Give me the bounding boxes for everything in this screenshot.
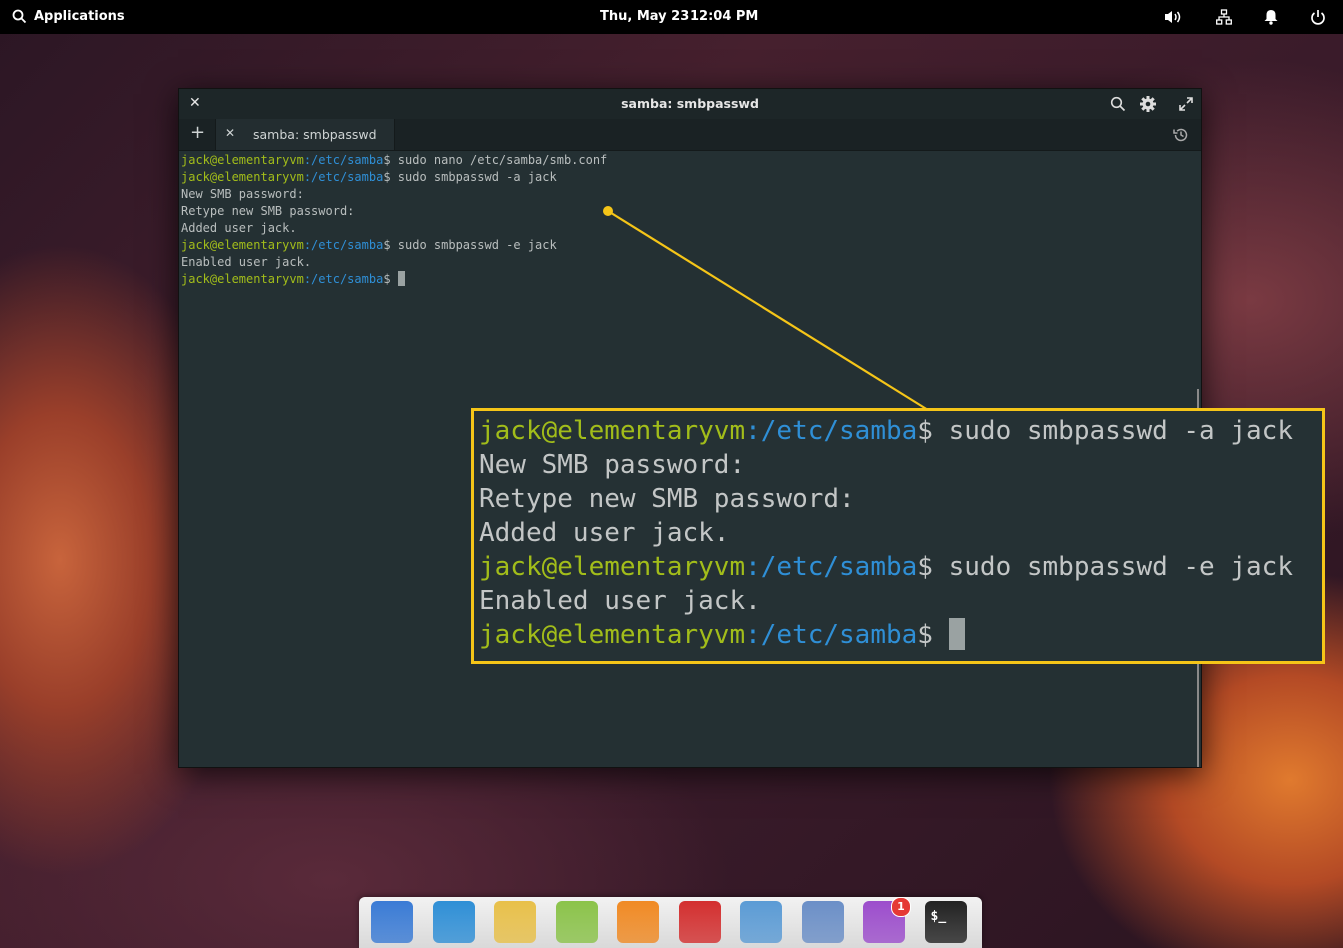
terminal-line: jack@elementaryvm:/etc/samba$ sudo smbpa… bbox=[479, 550, 1322, 584]
videos-icon[interactable] bbox=[678, 901, 721, 943]
prompt-char: $ bbox=[917, 416, 933, 446]
prompt-char: $ bbox=[917, 552, 933, 582]
music-icon[interactable] bbox=[617, 901, 659, 943]
command-text: sudo smbpasswd -e jack bbox=[932, 552, 1293, 582]
prompt-user-host: jack@elementaryvm bbox=[479, 416, 746, 446]
web-browser-icon[interactable] bbox=[432, 901, 475, 943]
terminal-line: jack@elementaryvm:/etc/samba$ sudo smbpa… bbox=[479, 414, 1322, 448]
prompt-path: :/etc/samba bbox=[745, 416, 918, 446]
output-text: New SMB password: bbox=[479, 450, 746, 480]
terminal-cursor bbox=[948, 618, 965, 650]
terminal-line: New SMB password: bbox=[479, 448, 1322, 482]
appcenter-icon[interactable]: 1 bbox=[863, 897, 911, 943]
command-text bbox=[933, 620, 949, 650]
terminal-glyph: $_ bbox=[930, 909, 947, 924]
output-text: Enabled user jack. bbox=[479, 586, 761, 616]
prompt-path: :/etc/samba bbox=[745, 620, 918, 650]
callout-line bbox=[607, 210, 929, 411]
notification-badge: 1 bbox=[891, 897, 911, 917]
terminal-line: Retype new SMB password: bbox=[479, 482, 1322, 516]
terminal-line: jack@elementaryvm:/etc/samba$ bbox=[479, 618, 1322, 652]
command-text: sudo smbpasswd -a jack bbox=[932, 416, 1293, 446]
mail-icon[interactable] bbox=[494, 901, 536, 943]
dock: 1 $_ bbox=[359, 897, 982, 948]
prompt-char: $ bbox=[917, 620, 933, 650]
output-text: Added user jack. bbox=[479, 518, 730, 548]
photos-icon[interactable] bbox=[740, 901, 782, 943]
calendar-icon[interactable] bbox=[555, 901, 598, 943]
prompt-user-host: jack@elementaryvm bbox=[479, 552, 746, 582]
terminal-icon[interactable]: $_ bbox=[924, 901, 967, 943]
prompt-user-host: jack@elementaryvm bbox=[479, 620, 746, 650]
output-text: Retype new SMB password: bbox=[479, 484, 855, 514]
settings-icon[interactable] bbox=[801, 901, 844, 943]
zoom-callout: jack@elementaryvm:/etc/samba$ sudo smbpa… bbox=[471, 408, 1325, 664]
terminal-line: Added user jack. bbox=[479, 516, 1322, 550]
terminal-line: Enabled user jack. bbox=[479, 584, 1322, 618]
prompt-path: :/etc/samba bbox=[745, 552, 918, 582]
multitasking-view-icon[interactable] bbox=[371, 901, 413, 943]
callout-dot bbox=[603, 206, 613, 216]
